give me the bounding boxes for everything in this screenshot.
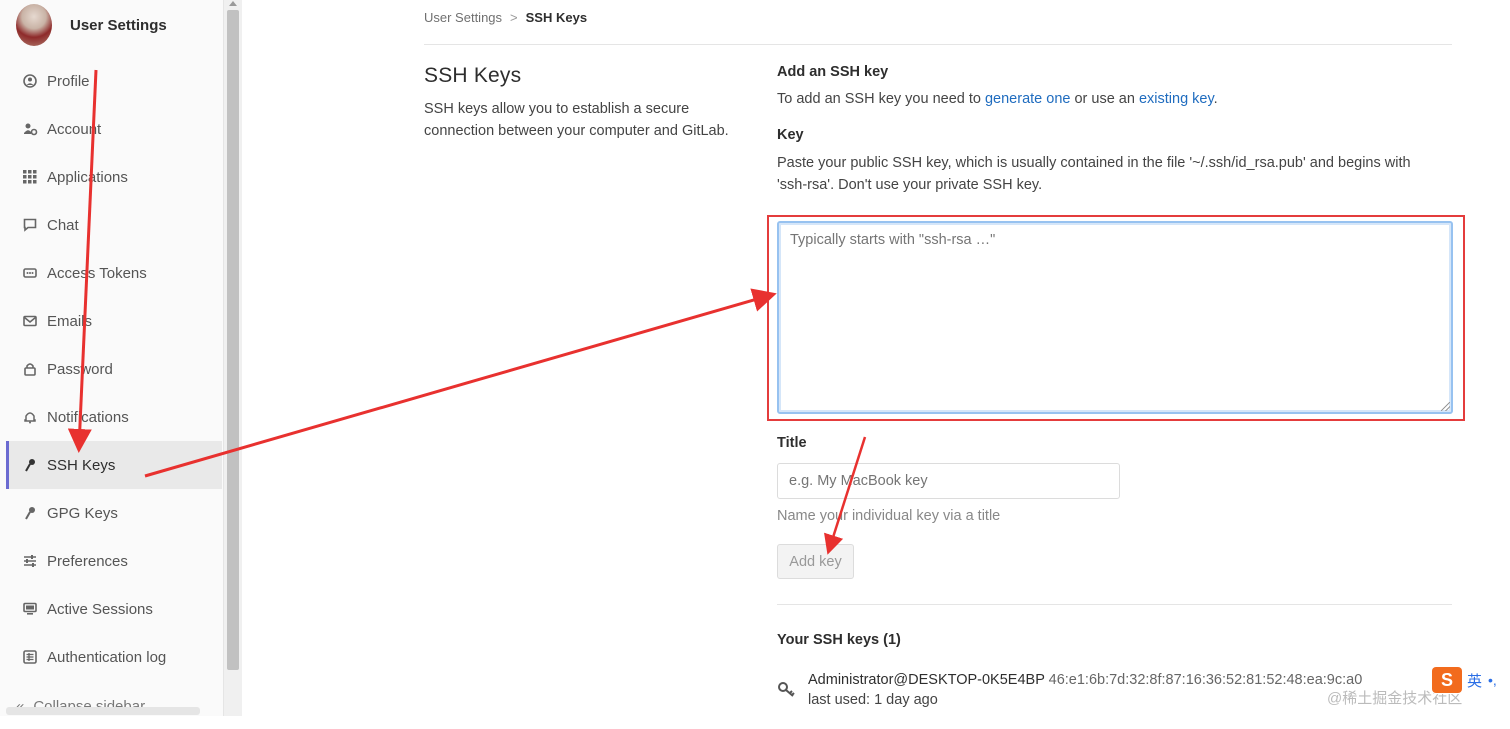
sidebar-item-label: Access Tokens xyxy=(47,264,147,282)
key-title-line: Administrator@DESKTOP-0K5E4BP 46:e1:6b:7… xyxy=(808,672,1362,688)
sidebar-item-gpg-keys[interactable]: GPG Keys xyxy=(6,489,222,537)
sidebar-item-emails[interactable]: Emails xyxy=(6,297,222,345)
sidebar-item-label: Account xyxy=(47,120,102,138)
sidebar-item-account[interactable]: Account xyxy=(6,105,222,153)
applications-icon xyxy=(22,169,38,185)
divider xyxy=(424,44,1452,45)
sidebar-item-label: Profile xyxy=(47,72,90,90)
key-last-used: last used: 1 day ago xyxy=(808,692,938,708)
breadcrumb-separator: > xyxy=(510,10,518,25)
bell-icon xyxy=(22,409,38,425)
ime-mode-toggle[interactable]: 英 xyxy=(1467,670,1482,691)
list-item[interactable]: Administrator@DESKTOP-0K5E4BP 46:e1:6b:7… xyxy=(777,672,1362,711)
sidebar-item-applications[interactable]: Applications xyxy=(6,153,222,201)
scroll-up-icon[interactable] xyxy=(229,1,237,6)
page-title: SSH Keys xyxy=(424,64,522,87)
profile-icon xyxy=(22,73,38,89)
key-icon xyxy=(22,457,38,473)
sidebar-item-password[interactable]: Password xyxy=(6,345,222,393)
sidebar-item-label: Applications xyxy=(47,168,128,186)
ime-toolbar[interactable]: S 英 •, xyxy=(1432,666,1510,694)
chat-icon xyxy=(22,217,38,233)
sidebar-title: User Settings xyxy=(70,16,167,34)
breadcrumb: User Settings > SSH Keys xyxy=(424,10,587,25)
sidebar-item-label: Password xyxy=(47,360,113,378)
ime-punctuation-icon[interactable]: •, xyxy=(1488,672,1497,688)
breadcrumb-parent-link[interactable]: User Settings xyxy=(424,10,502,25)
sidebar-item-preferences[interactable]: Preferences xyxy=(6,537,222,585)
lock-icon xyxy=(22,361,38,377)
sidebar-header[interactable]: User Settings xyxy=(16,2,167,48)
sidebar-item-label: Authentication log xyxy=(47,648,167,666)
add-key-form: Add an SSH key To add an SSH key you nee… xyxy=(777,60,1452,196)
title-label: Title xyxy=(777,435,807,451)
sidebar-item-label: Preferences xyxy=(47,552,128,570)
key-icon xyxy=(777,672,799,711)
scrollbar-thumb[interactable] xyxy=(227,10,239,670)
instructions-text: To add an SSH key you need to xyxy=(777,91,985,107)
sidebar-item-label: Active Sessions xyxy=(47,600,153,618)
sidebar-item-access-tokens[interactable]: Access Tokens xyxy=(6,249,222,297)
sidebar-item-profile[interactable]: Profile xyxy=(6,57,222,105)
sliders-icon xyxy=(22,553,38,569)
add-key-instructions: To add an SSH key you need to generate o… xyxy=(777,88,1452,110)
email-icon xyxy=(22,313,38,329)
sidebar-nav: Profile Account Applications Chat Access… xyxy=(6,57,222,681)
instructions-text: or use an xyxy=(1070,91,1139,107)
your-keys-heading: Your SSH keys (1) xyxy=(777,632,901,648)
divider xyxy=(777,604,1452,605)
add-key-heading: Add an SSH key xyxy=(777,64,889,80)
add-key-button[interactable]: Add key xyxy=(777,544,854,579)
ime-logo-icon[interactable]: S xyxy=(1432,667,1462,693)
sidebar-item-label: Emails xyxy=(47,312,93,330)
key-details: Administrator@DESKTOP-0K5E4BP 46:e1:6b:7… xyxy=(808,672,1362,711)
sidebar-item-notifications[interactable]: Notifications xyxy=(6,393,222,441)
resize-grip-icon[interactable] xyxy=(1441,402,1450,411)
breadcrumb-current[interactable]: SSH Keys xyxy=(526,10,587,25)
sidebar-item-authentication-log[interactable]: Authentication log xyxy=(6,633,222,681)
token-icon xyxy=(22,265,38,281)
sidebar-item-label: SSH Keys xyxy=(47,456,116,474)
account-icon xyxy=(22,121,38,137)
avatar[interactable] xyxy=(16,4,52,46)
sidebar: User Settings Profile Account Applicatio… xyxy=(0,0,224,716)
key-textarea[interactable] xyxy=(777,221,1453,414)
key-icon xyxy=(22,505,38,521)
monitor-icon xyxy=(22,601,38,617)
sidebar-item-ssh-keys[interactable]: SSH Keys xyxy=(6,441,222,489)
intro-description: SSH keys allow you to establish a secure… xyxy=(424,101,729,139)
key-label: Key xyxy=(777,127,804,143)
existing-key-link[interactable]: existing key xyxy=(1139,91,1214,107)
instructions-text: . xyxy=(1213,91,1218,107)
sidebar-item-label: Chat xyxy=(47,216,79,234)
sidebar-scrollbar[interactable] xyxy=(224,0,242,716)
generate-one-link[interactable]: generate one xyxy=(985,91,1070,107)
key-name[interactable]: Administrator@DESKTOP-0K5E4BP xyxy=(808,672,1045,688)
title-help-text: Name your individual key via a title xyxy=(777,508,1001,524)
sidebar-item-label: Notifications xyxy=(47,408,129,426)
sidebar-item-chat[interactable]: Chat xyxy=(6,201,222,249)
sidebar-item-label: GPG Keys xyxy=(47,504,118,522)
horizontal-scrollbar[interactable] xyxy=(6,707,200,715)
key-fingerprint: 46:e1:6b:7d:32:8f:87:16:36:52:81:52:48:e… xyxy=(1048,672,1363,688)
key-help-text: Paste your public SSH key, which is usua… xyxy=(777,155,1411,193)
intro-section: SSH Keys SSH keys allow you to establish… xyxy=(424,64,754,142)
sidebar-item-active-sessions[interactable]: Active Sessions xyxy=(6,585,222,633)
log-icon xyxy=(22,649,38,665)
title-input[interactable] xyxy=(777,463,1120,499)
